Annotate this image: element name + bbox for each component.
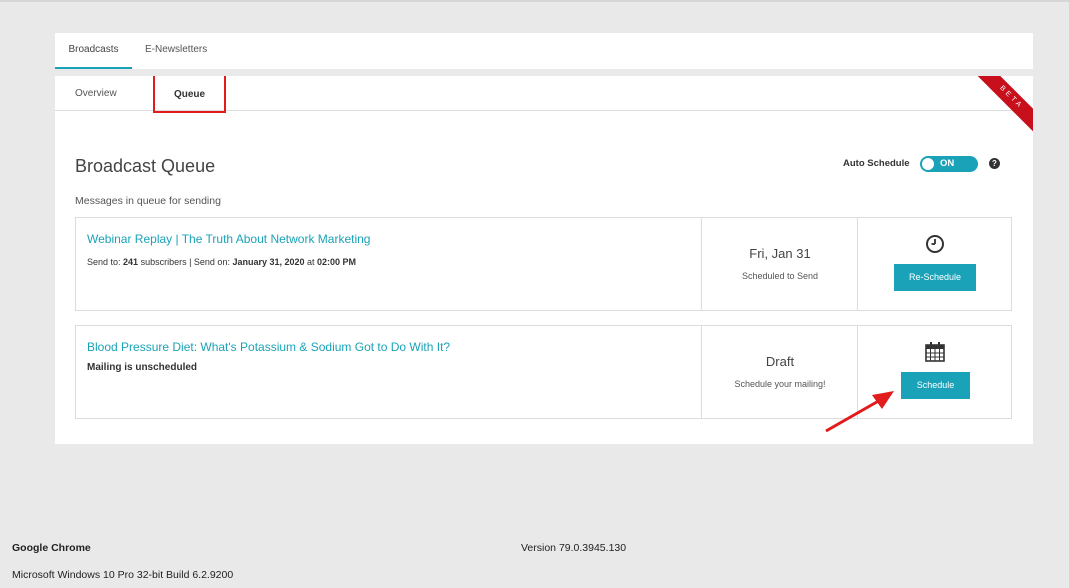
annotation-arrow-icon	[825, 391, 894, 433]
os-info: Microsoft Windows 10 Pro 32-bit Build 6.…	[12, 569, 234, 581]
page-subtitle: Messages in queue for sending	[75, 195, 221, 207]
send-to-prefix: Send to:	[87, 257, 124, 267]
subscriber-count: 241	[123, 257, 139, 267]
schedule-status: Fri, Jan 31 Scheduled to Send	[701, 218, 857, 310]
unscheduled-status: Mailing is unscheduled	[87, 362, 198, 373]
top-tab-bar: Broadcasts E-Newsletters	[55, 33, 1033, 69]
scheduled-date: Fri, Jan 31	[749, 246, 811, 261]
window-top-edge	[0, 0, 1069, 2]
calendar-icon	[924, 341, 946, 363]
tab-queue[interactable]: Queue	[153, 76, 226, 113]
toggle-knob	[922, 158, 934, 170]
help-icon[interactable]: ?	[989, 158, 1000, 169]
send-time: 02:00 PM	[317, 257, 357, 267]
action-cell: Re-Schedule	[857, 218, 1011, 310]
clock-icon	[924, 233, 946, 255]
browser-version: Version 79.0.3945.130	[521, 542, 627, 554]
schedule-status-text: Scheduled to Send	[741, 271, 819, 281]
schedule-button[interactable]: Schedule	[901, 372, 970, 399]
broadcast-title-link[interactable]: Blood Pressure Diet: What's Potassium & …	[87, 340, 450, 354]
tab-e-newsletters[interactable]: E-Newsletters	[145, 33, 207, 69]
auto-schedule-label: Auto Schedule	[843, 158, 910, 169]
tab-broadcasts[interactable]: Broadcasts	[55, 33, 132, 69]
toggle-state: ON	[940, 158, 955, 169]
page-title: Broadcast Queue	[75, 156, 216, 176]
queue-item-details: Blood Pressure Diet: What's Potassium & …	[76, 326, 701, 418]
send-on-prefix: subscribers | Send on:	[138, 257, 233, 267]
sub-tab-bar: Overview Queue	[55, 76, 1033, 113]
reschedule-button[interactable]: Re-Schedule	[894, 264, 976, 291]
auto-schedule-toggle[interactable]: ON	[920, 156, 978, 172]
at-text: at	[304, 257, 318, 267]
send-date: January 31, 2020	[232, 257, 305, 267]
queue-item: Webinar Replay | The Truth About Network…	[75, 217, 1012, 311]
send-info: Send to: 241 subscribers | Send on: Janu…	[87, 257, 356, 267]
broadcast-title-link[interactable]: Webinar Replay | The Truth About Network…	[87, 232, 370, 246]
tab-overview[interactable]: Overview	[75, 76, 117, 111]
queue-item-details: Webinar Replay | The Truth About Network…	[76, 218, 701, 310]
browser-name: Google Chrome	[12, 542, 91, 554]
draft-label: Draft	[765, 354, 795, 369]
